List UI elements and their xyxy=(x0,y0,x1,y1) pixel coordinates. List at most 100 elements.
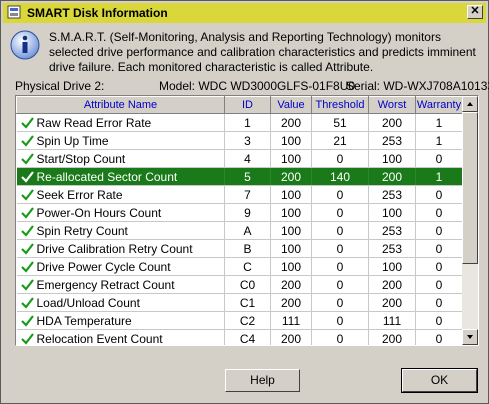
scroll-up-button[interactable] xyxy=(462,96,478,112)
table-row[interactable]: Start/Stop Count 4 100 0 100 0 xyxy=(16,149,463,168)
table-row[interactable]: Emergency Retract Count C0 200 0 200 0 xyxy=(16,275,463,294)
attribute-name-cell: Emergency Retract Count xyxy=(16,275,225,294)
window-title: SMART Disk Information xyxy=(27,6,168,20)
attribute-name-cell: Raw Read Error Rate xyxy=(16,113,225,132)
id-cell: 9 xyxy=(224,203,271,222)
warranty-cell: 1 xyxy=(415,113,463,132)
threshold-cell: 51 xyxy=(311,113,369,132)
check-icon xyxy=(20,296,34,309)
warranty-cell: 0 xyxy=(415,311,463,330)
attribute-name-cell: Drive Calibration Retry Count xyxy=(16,239,225,258)
attribute-table[interactable]: Attribute Name ID Value Threshold Worst … xyxy=(15,95,479,346)
table-row[interactable]: HDA Temperature C2 111 0 111 0 xyxy=(16,311,463,330)
column-header-warranty[interactable]: Warranty xyxy=(415,96,463,114)
ok-button[interactable]: OK xyxy=(401,368,478,393)
id-cell: 5 xyxy=(224,167,271,186)
close-button[interactable]: ✕ xyxy=(467,5,483,19)
table-row[interactable]: Spin Up Time 3 100 21 253 1 xyxy=(16,131,463,150)
scroll-thumb[interactable] xyxy=(462,112,478,264)
attribute-name-label: Power-On Hours Count xyxy=(36,205,162,220)
check-icon xyxy=(20,314,34,327)
threshold-cell: 0 xyxy=(311,239,369,258)
attribute-name-cell: Spin Up Time xyxy=(16,131,225,150)
attribute-name-cell: HDA Temperature xyxy=(16,311,225,330)
threshold-cell: 0 xyxy=(311,275,369,294)
drive-serial: Serial: WD-WXJ708A10133 xyxy=(346,79,489,93)
check-icon xyxy=(20,116,34,129)
column-header-worst[interactable]: Worst xyxy=(368,96,416,114)
value-cell: 200 xyxy=(270,167,312,186)
table-row[interactable]: Raw Read Error Rate 1 200 51 200 1 xyxy=(16,113,463,132)
id-cell: C0 xyxy=(224,275,271,294)
attribute-name-label: Re-allocated Sector Count xyxy=(36,169,178,184)
attribute-name-label: Spin Retry Count xyxy=(36,223,128,238)
value-cell: 111 xyxy=(270,311,312,330)
threshold-cell: 0 xyxy=(311,257,369,276)
attribute-name-label: Drive Calibration Retry Count xyxy=(36,241,193,256)
worst-cell: 200 xyxy=(368,275,416,294)
table-row[interactable]: Re-allocated Sector Count 5 200 140 200 1 xyxy=(16,167,463,186)
attribute-name-label: Start/Stop Count xyxy=(36,151,126,166)
value-cell: 100 xyxy=(270,257,312,276)
worst-cell: 100 xyxy=(368,203,416,222)
title-bar[interactable]: SMART Disk Information ✕ xyxy=(3,3,486,23)
drive-model: Model: WDC WD3000GLFS-01F8U0 xyxy=(159,79,356,93)
threshold-cell: 21 xyxy=(311,131,369,150)
warranty-cell: 0 xyxy=(415,257,463,276)
table-row[interactable]: Power-On Hours Count 9 100 0 100 0 xyxy=(16,203,463,222)
worst-cell: 200 xyxy=(368,167,416,186)
value-cell: 100 xyxy=(270,149,312,168)
value-cell: 200 xyxy=(270,113,312,132)
worst-cell: 253 xyxy=(368,185,416,204)
check-icon xyxy=(20,332,34,345)
value-cell: 100 xyxy=(270,185,312,204)
warranty-cell: 0 xyxy=(415,203,463,222)
attribute-name-label: Relocation Event Count xyxy=(36,331,163,346)
value-cell: 100 xyxy=(270,131,312,150)
warranty-cell: 1 xyxy=(415,131,463,150)
warranty-cell: 0 xyxy=(415,149,463,168)
threshold-cell: 0 xyxy=(311,221,369,240)
attribute-name-label: Spin Up Time xyxy=(36,133,109,148)
id-cell: B xyxy=(224,239,271,258)
warranty-cell: 0 xyxy=(415,293,463,312)
threshold-cell: 0 xyxy=(311,293,369,312)
column-header-threshold[interactable]: Threshold xyxy=(311,96,369,114)
warranty-cell: 0 xyxy=(415,185,463,204)
check-icon xyxy=(20,134,34,147)
table-row[interactable]: Drive Calibration Retry Count B 100 0 253 0 xyxy=(16,239,463,258)
column-header-id[interactable]: ID xyxy=(224,96,271,114)
id-cell: C2 xyxy=(224,311,271,330)
threshold-cell: 140 xyxy=(311,167,369,186)
worst-cell: 253 xyxy=(368,239,416,258)
table-row[interactable]: Relocation Event Count C4 200 0 200 0 xyxy=(16,329,463,346)
arrow-down-icon xyxy=(467,335,473,339)
attribute-name-label: Raw Read Error Rate xyxy=(36,115,152,130)
close-icon: ✕ xyxy=(470,5,480,17)
value-cell: 200 xyxy=(270,275,312,294)
table-row[interactable]: Load/Unload Count C1 200 0 200 0 xyxy=(16,293,463,312)
scroll-down-button[interactable] xyxy=(462,329,478,345)
column-header-attribute-name[interactable]: Attribute Name xyxy=(16,96,225,114)
column-header-value[interactable]: Value xyxy=(270,96,312,114)
check-icon xyxy=(20,260,34,273)
table-row[interactable]: Drive Power Cycle Count C 100 0 100 0 xyxy=(16,257,463,276)
worst-cell: 100 xyxy=(368,257,416,276)
table-row[interactable]: Seek Error Rate 7 100 0 253 0 xyxy=(16,185,463,204)
attribute-name-label: Seek Error Rate xyxy=(36,187,123,202)
vertical-scrollbar[interactable] xyxy=(462,96,478,345)
worst-cell: 111 xyxy=(368,311,416,330)
smart-dialog: SMART Disk Information ✕ S.M.A.R.T. (Sel… xyxy=(0,0,489,404)
worst-cell: 200 xyxy=(368,293,416,312)
id-cell: 7 xyxy=(224,185,271,204)
worst-cell: 200 xyxy=(368,113,416,132)
attribute-name-cell: Drive Power Cycle Count xyxy=(16,257,225,276)
attribute-name-cell: Re-allocated Sector Count xyxy=(16,167,225,186)
attribute-name-cell: Relocation Event Count xyxy=(16,329,225,346)
help-button[interactable]: Help xyxy=(225,369,300,392)
table-header: Attribute Name ID Value Threshold Worst … xyxy=(16,96,463,114)
table-row[interactable]: Spin Retry Count A 100 0 253 0 xyxy=(16,221,463,240)
check-icon xyxy=(20,242,34,255)
warranty-cell: 0 xyxy=(415,329,463,345)
worst-cell: 253 xyxy=(368,221,416,240)
